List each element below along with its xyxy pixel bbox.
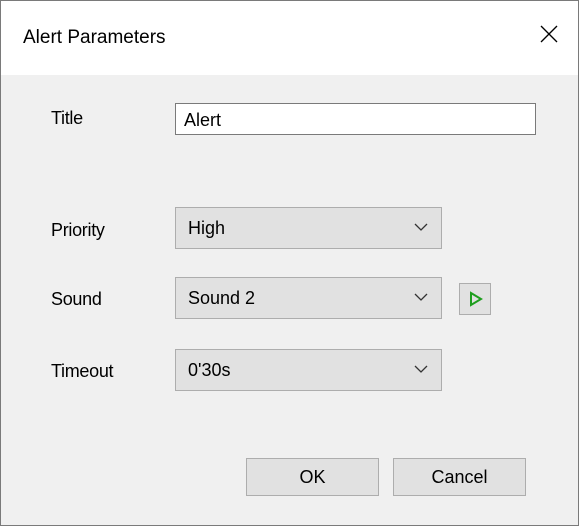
title-input[interactable]: Alert — [175, 103, 536, 135]
play-icon — [470, 291, 483, 307]
priority-select[interactable]: High — [175, 207, 442, 249]
chevron-down-icon — [414, 293, 428, 301]
alert-parameters-dialog: Alert Parameters Title Alert Priority Hi… — [0, 0, 579, 526]
timeout-selected-value: 0'30s — [188, 360, 231, 380]
title-label: Title — [51, 108, 83, 128]
timeout-label: Timeout — [51, 361, 114, 381]
close-button[interactable] — [518, 1, 578, 75]
ok-button[interactable]: OK — [246, 458, 379, 496]
priority-selected-value: High — [188, 218, 226, 238]
sound-label: Sound — [51, 289, 102, 309]
sound-select[interactable]: Sound 2 — [175, 277, 442, 319]
sound-selected-value: Sound 2 — [188, 288, 256, 308]
close-icon — [540, 25, 558, 43]
title-bar: Alert Parameters — [1, 1, 578, 75]
chevron-down-icon — [414, 365, 428, 373]
play-sound-button[interactable] — [459, 283, 491, 315]
dialog-title: Alert Parameters — [23, 27, 166, 48]
chevron-down-icon — [414, 223, 428, 231]
priority-label: Priority — [51, 220, 105, 240]
cancel-button[interactable]: Cancel — [393, 458, 526, 496]
timeout-select[interactable]: 0'30s — [175, 349, 442, 391]
